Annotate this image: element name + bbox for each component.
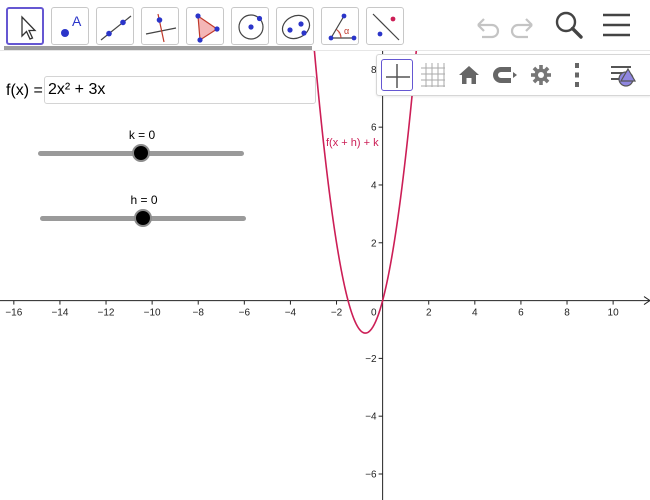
vertical-dots-icon	[575, 63, 579, 87]
point-icon: A	[61, 13, 82, 37]
search-icon[interactable]	[552, 8, 586, 42]
gear-icon	[531, 65, 551, 85]
hamburger-menu-icon[interactable]	[600, 8, 634, 42]
x-tick-label: −2	[331, 308, 343, 319]
x-tick-label: −12	[98, 308, 115, 319]
slider-h-label: h = 0	[130, 193, 158, 207]
more-options-button[interactable]	[561, 59, 593, 91]
origin-label: 0	[371, 308, 377, 319]
standard-view-button[interactable]	[453, 59, 485, 91]
axes-icon	[386, 64, 410, 88]
x-tick-label: −6	[239, 308, 251, 319]
y-tick-label: 4	[371, 180, 377, 191]
line-tool-button[interactable]	[96, 7, 134, 45]
algebra-view-toggle-button[interactable]	[609, 59, 641, 91]
main-toolbar: A α	[0, 0, 650, 51]
line-icon	[100, 15, 132, 41]
angle-tool-button[interactable]: α	[321, 7, 359, 45]
graphics-style-bar	[376, 54, 650, 96]
home-icon	[459, 66, 479, 84]
circle-tool-button[interactable]	[231, 7, 269, 45]
redo-icon[interactable]	[506, 8, 540, 42]
reflect-icon	[372, 13, 400, 41]
slider-k-label: k = 0	[128, 128, 156, 142]
x-tick-label: 8	[564, 308, 570, 319]
slider-k-knob[interactable]	[132, 144, 150, 162]
circle-icon	[238, 14, 264, 40]
perpendicular-line-icon	[145, 13, 177, 43]
axes-toggle-button[interactable]	[381, 59, 413, 91]
x-tick-label: −8	[193, 308, 205, 319]
undo-icon[interactable]	[470, 8, 504, 42]
x-tick-label: 2	[426, 308, 432, 319]
conic-tool-button[interactable]	[276, 7, 314, 45]
magnet-icon	[493, 67, 517, 83]
settings-button[interactable]	[525, 59, 557, 91]
slider-h-knob[interactable]	[134, 209, 152, 227]
y-tick-label: −2	[365, 354, 377, 365]
y-tick-label: −4	[365, 412, 377, 423]
ellipse-icon	[281, 14, 311, 40]
angle-icon: α	[328, 13, 357, 41]
cursor-arrow-icon	[21, 15, 37, 40]
x-tick-label: −10	[144, 308, 161, 319]
function-input[interactable]: 2x² + 3x	[44, 76, 316, 104]
move-tool-button[interactable]	[6, 7, 44, 45]
graphics-view-menu-button[interactable]	[489, 59, 521, 91]
algebra-panel-resize-bar[interactable]	[4, 46, 312, 50]
reflect-tool-button[interactable]	[366, 7, 404, 45]
x-tick-label: −4	[285, 308, 297, 319]
angle-tool-letter: α	[344, 26, 349, 36]
y-tick-label: 2	[371, 238, 377, 249]
point-tool-letter: A	[72, 13, 82, 29]
x-tick-label: 10	[608, 308, 620, 319]
grid-icon	[421, 63, 445, 87]
polygon-tool-button[interactable]	[186, 7, 224, 45]
x-tick-label: −14	[51, 308, 68, 319]
x-tick-label: 6	[518, 308, 524, 319]
polygon-icon	[195, 13, 220, 43]
x-tick-label: 4	[472, 308, 478, 319]
y-tick-label: −6	[365, 469, 377, 480]
function-label: f(x) =	[6, 82, 43, 99]
x-tick-label: −16	[5, 308, 22, 319]
algebra-shapes-icon	[611, 66, 637, 87]
grid-toggle-button[interactable]	[417, 59, 449, 91]
curve-label: f(x + h) + k	[326, 137, 379, 149]
perpendicular-line-tool-button[interactable]	[141, 7, 179, 45]
point-tool-button[interactable]: A	[51, 7, 89, 45]
y-tick-label: 6	[371, 123, 377, 134]
